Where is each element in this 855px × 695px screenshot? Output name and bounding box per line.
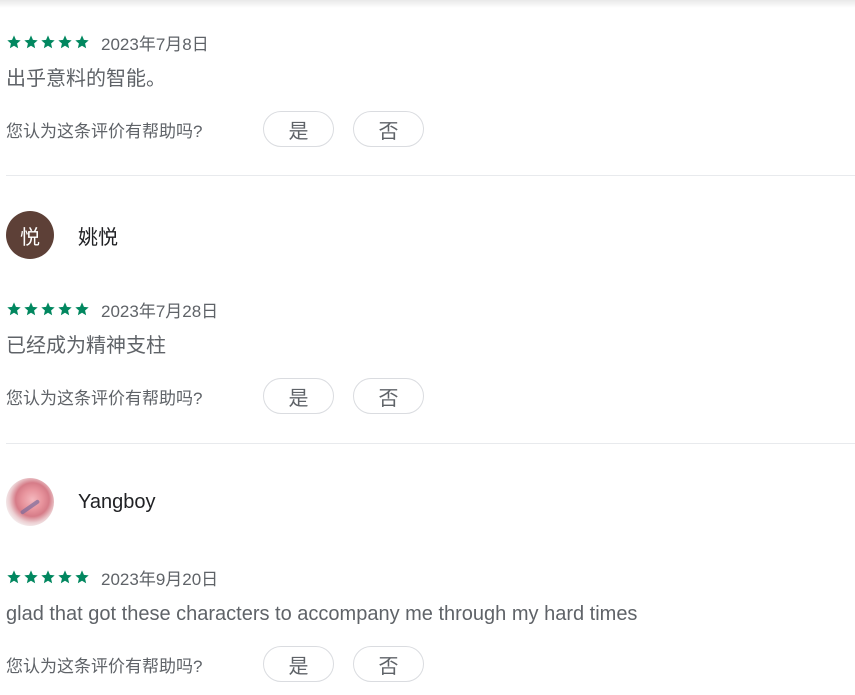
star-icon xyxy=(75,35,89,49)
star-rating xyxy=(6,34,90,50)
review-divider xyxy=(6,175,855,176)
star-icon xyxy=(7,35,21,49)
author-name: 姚悦 xyxy=(78,226,118,249)
review-date: 2023年7月8日 xyxy=(101,34,209,54)
helpful-row: 您认为这条评价有帮助吗? 是 否 xyxy=(6,378,855,414)
review-card: 悦 姚悦 2023年7月28日 已经成为精神支柱 您认为这条评价有帮助吗? 是 … xyxy=(6,211,855,414)
star-icon xyxy=(24,570,38,584)
star-icon xyxy=(41,302,55,316)
star-icon xyxy=(41,570,55,584)
star-rating xyxy=(6,569,90,585)
review-author: Yangboy xyxy=(6,478,855,526)
review-card: Yangboy 2023年9月20日 glad that got these c… xyxy=(6,478,855,682)
star-icon xyxy=(58,35,72,49)
avatar: 悦 xyxy=(6,211,54,259)
helpful-question: 您认为这条评价有帮助吗? xyxy=(6,388,203,408)
star-icon xyxy=(7,570,21,584)
helpful-question: 您认为这条评价有帮助吗? xyxy=(6,121,203,141)
review-text: 出乎意料的智能。 xyxy=(6,68,166,90)
star-icon xyxy=(58,570,72,584)
rating-row: 2023年9月20日 xyxy=(6,566,855,589)
review-divider xyxy=(6,443,855,444)
helpful-yes-button[interactable]: 是 xyxy=(263,111,334,147)
helpful-row: 您认为这条评价有帮助吗? 是 否 xyxy=(6,646,855,682)
header-shadow xyxy=(0,0,855,8)
helpful-row: 您认为这条评价有帮助吗? 是 否 xyxy=(6,111,855,147)
rating-row: 2023年7月8日 xyxy=(6,31,855,54)
review-author: 悦 姚悦 xyxy=(6,211,855,259)
helpful-no-button[interactable]: 否 xyxy=(353,378,424,414)
star-icon xyxy=(75,570,89,584)
helpful-no-button[interactable]: 否 xyxy=(353,646,424,682)
star-icon xyxy=(75,302,89,316)
star-rating xyxy=(6,301,90,317)
review-date: 2023年9月20日 xyxy=(101,569,219,589)
review-text: 已经成为精神支柱 xyxy=(6,335,166,357)
star-icon xyxy=(24,302,38,316)
star-icon xyxy=(7,302,21,316)
helpful-yes-button[interactable]: 是 xyxy=(263,378,334,414)
author-name: Yangboy xyxy=(78,490,156,513)
review-card: 2023年7月8日 出乎意料的智能。 您认为这条评价有帮助吗? 是 否 xyxy=(6,31,855,147)
rating-row: 2023年7月28日 xyxy=(6,298,855,321)
review-text: glad that got these characters to accomp… xyxy=(6,603,638,625)
star-icon xyxy=(58,302,72,316)
avatar xyxy=(6,478,54,526)
star-icon xyxy=(24,35,38,49)
review-date: 2023年7月28日 xyxy=(101,301,219,321)
helpful-no-button[interactable]: 否 xyxy=(353,111,424,147)
star-icon xyxy=(41,35,55,49)
helpful-question: 您认为这条评价有帮助吗? xyxy=(6,656,203,676)
helpful-yes-button[interactable]: 是 xyxy=(263,646,334,682)
